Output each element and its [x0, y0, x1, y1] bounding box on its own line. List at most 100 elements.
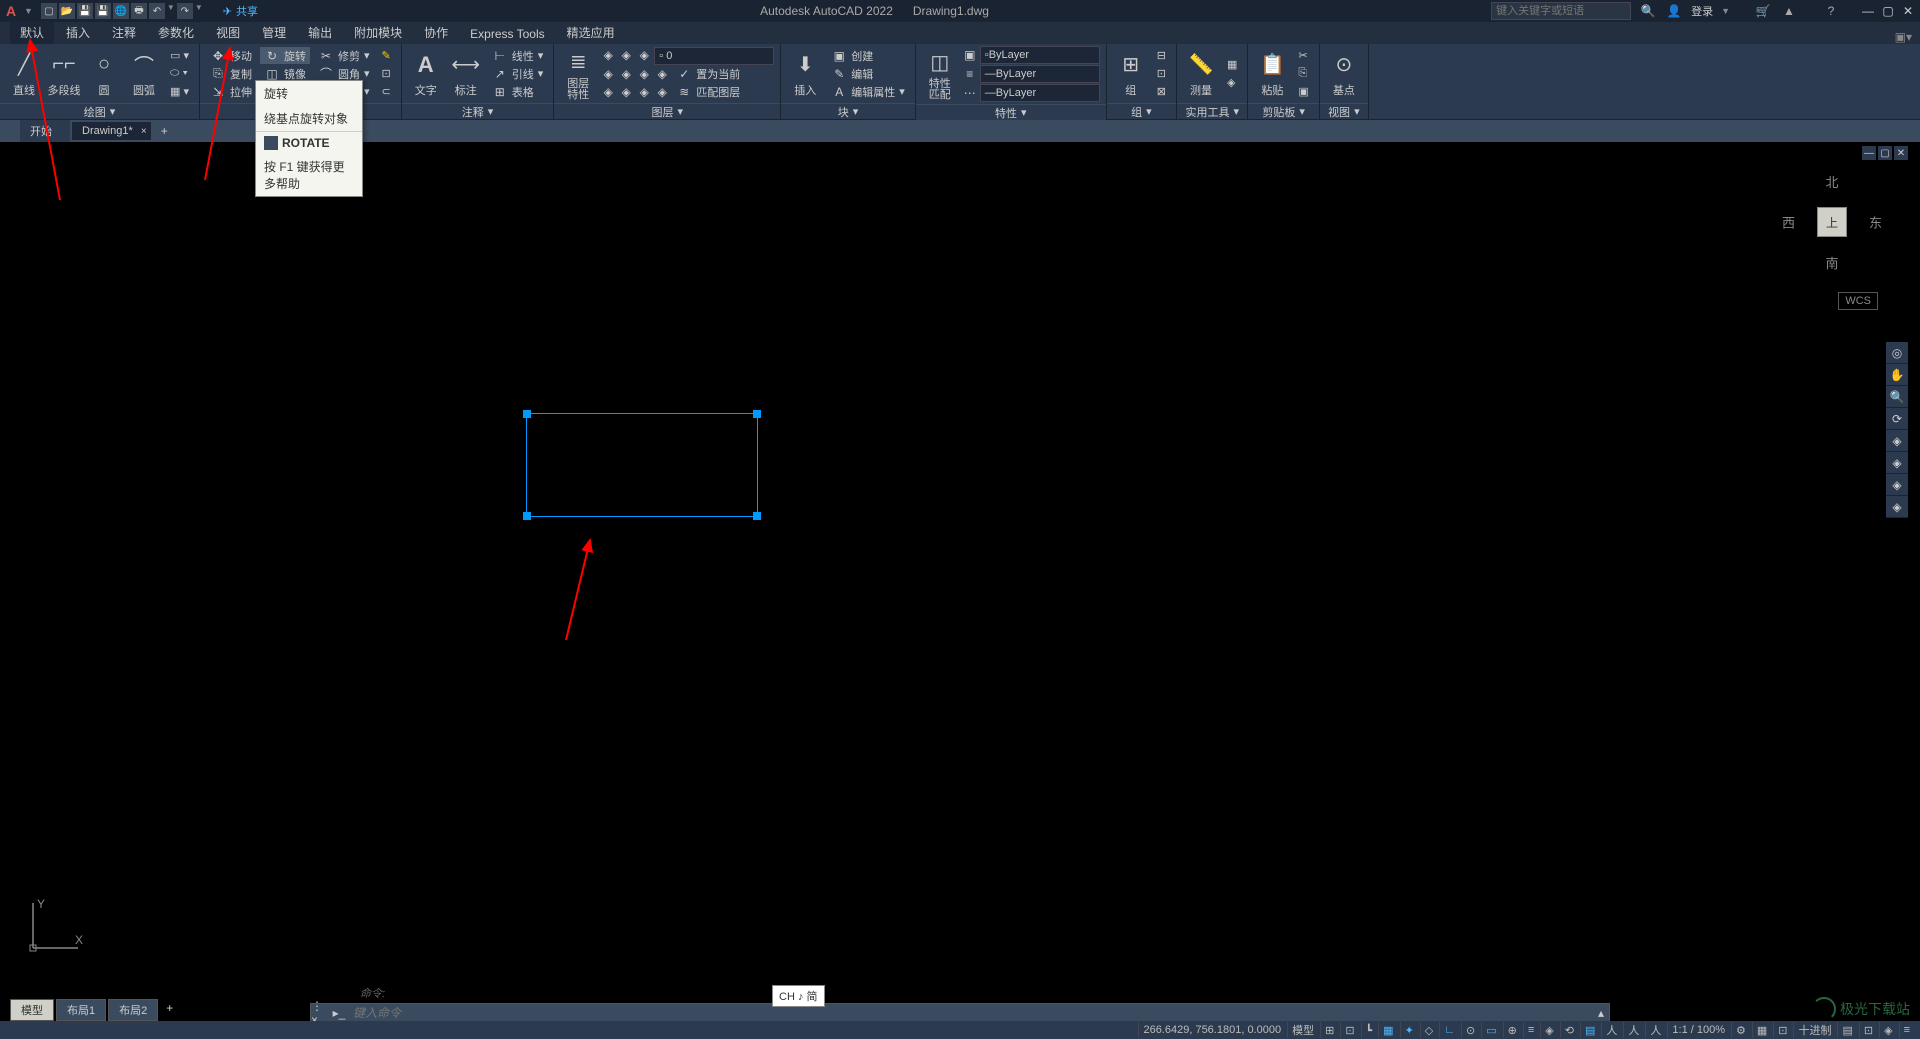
sb20-icon[interactable]: ⊡ — [1773, 1022, 1791, 1038]
cut-icon[interactable]: ✂ — [1294, 47, 1312, 64]
polar-icon[interactable]: ✦ — [1400, 1022, 1418, 1038]
sb8-icon[interactable]: ⊙ — [1461, 1022, 1479, 1038]
tab-close-icon[interactable]: × — [141, 126, 147, 137]
panel-clip-label[interactable]: 剪贴板 ▾ — [1248, 103, 1318, 119]
sb17-icon[interactable]: 人 — [1645, 1022, 1665, 1038]
panel-view-label[interactable]: 视图 ▾ — [1320, 103, 1368, 119]
save-icon[interactable]: 💾 — [77, 3, 93, 19]
undo-icon[interactable]: ↶ — [149, 3, 165, 19]
orbit-icon[interactable]: ⟳ — [1886, 408, 1908, 430]
grid-icon[interactable]: ⊞ — [1320, 1022, 1338, 1038]
lineweight-icon[interactable]: ≡ — [962, 66, 978, 82]
add-layout-icon[interactable]: + — [160, 999, 179, 1021]
vp-max-icon[interactable]: ▢ — [1878, 146, 1892, 160]
arc-button[interactable]: ⌒ 圆弧 — [126, 47, 162, 101]
selected-rectangle[interactable] — [526, 413, 758, 517]
linetype-icon[interactable]: ⋯ — [962, 85, 978, 101]
dimension-button[interactable]: ⟷ 标注 — [448, 47, 484, 101]
command-input[interactable] — [349, 1006, 1593, 1020]
tab-start[interactable]: 开始 — [20, 120, 70, 142]
web-icon[interactable]: 🌐 — [113, 3, 129, 19]
vp-min-icon[interactable]: — — [1862, 146, 1876, 160]
util1-icon[interactable]: ▦ — [1223, 56, 1241, 73]
sb24-icon[interactable]: ◈ — [1879, 1022, 1896, 1038]
nav5-icon[interactable]: ◈ — [1886, 430, 1908, 452]
sb10-icon[interactable]: ⊕ — [1503, 1022, 1521, 1038]
tab-view[interactable]: 视图 — [206, 21, 250, 44]
grip-br[interactable] — [753, 512, 761, 520]
tab-layout1[interactable]: 布局1 — [56, 999, 106, 1021]
tab-model[interactable]: 模型 — [10, 999, 54, 1021]
paste-button[interactable]: 📋 粘贴 — [1254, 47, 1290, 101]
tab-collab[interactable]: 协作 — [414, 21, 458, 44]
nav6-icon[interactable]: ◈ — [1886, 452, 1908, 474]
rotate-button[interactable]: ↻旋转 — [260, 47, 310, 64]
group3-icon[interactable]: ⊠ — [1153, 83, 1170, 100]
explode-icon[interactable]: ⊡ — [378, 65, 395, 82]
command-line[interactable]: ⋮ × ▸_ ▴ — [310, 1003, 1610, 1023]
scale-label[interactable]: 1:1 / 100% — [1667, 1022, 1729, 1038]
sb12-icon[interactable]: ◈ — [1540, 1022, 1557, 1038]
sb15-icon[interactable]: 人 — [1601, 1022, 1621, 1038]
panel-block-label[interactable]: 块 ▾ — [781, 103, 915, 119]
decimal-label[interactable]: 十进制 — [1793, 1022, 1835, 1038]
hatch-icon[interactable]: ▦ ▾ — [166, 83, 193, 100]
clip3-icon[interactable]: ▣ — [1294, 83, 1312, 100]
wcs-label[interactable]: WCS — [1838, 292, 1878, 310]
linear-button[interactable]: ⊢线性 ▾ — [488, 47, 548, 64]
layer-icon1[interactable]: ◈ — [600, 47, 616, 63]
user-icon[interactable]: 👤 — [1665, 2, 1683, 20]
group2-icon[interactable]: ⊡ — [1153, 65, 1170, 82]
copy-icon[interactable]: ⎘ — [1294, 65, 1312, 82]
app-dropdown-icon[interactable]: ▼ — [24, 6, 33, 16]
layer-icon5[interactable]: ◈ — [618, 66, 634, 82]
sb23-icon[interactable]: ⊡ — [1859, 1022, 1877, 1038]
cmd-arrow-icon[interactable]: ▸_ — [329, 1006, 349, 1020]
edit-button[interactable]: ✎编辑 — [827, 65, 909, 82]
exchange-icon[interactable]: 🛒 — [1754, 2, 1772, 20]
login-button[interactable]: 登录 — [1691, 3, 1713, 19]
search-input[interactable] — [1491, 2, 1631, 20]
match-props-button[interactable]: ◫ 特性 匹配 — [922, 47, 958, 101]
share-button[interactable]: ✈ 共享 — [223, 3, 258, 19]
snap-icon[interactable]: ⊡ — [1340, 1022, 1358, 1038]
cmd-handle-icon[interactable]: ⋮ × — [311, 1004, 329, 1022]
layer-icon11[interactable]: ◈ — [654, 84, 670, 100]
new-icon[interactable]: ▢ — [41, 3, 57, 19]
tab-addins[interactable]: 附加模块 — [344, 21, 412, 44]
osnap-icon[interactable]: ∟ — [1439, 1022, 1459, 1038]
base-button[interactable]: ⊙ 基点 — [1326, 47, 1362, 101]
pan-icon[interactable]: ✋ — [1886, 364, 1908, 386]
erase-icon[interactable]: ✎ — [378, 47, 395, 64]
sb22-icon[interactable]: ▤ — [1837, 1022, 1856, 1038]
grip-tl[interactable] — [523, 410, 531, 418]
line-button[interactable]: ╱ 直线 — [6, 47, 42, 101]
steering-icon[interactable]: ◎ — [1886, 342, 1908, 364]
group-button[interactable]: ⊞ 组 — [1113, 47, 1149, 101]
nav7-icon[interactable]: ◈ — [1886, 474, 1908, 496]
panel-utils-label[interactable]: 实用工具 ▾ — [1177, 103, 1247, 119]
circle-button[interactable]: ○ 圆 — [86, 47, 122, 101]
ungroup-icon[interactable]: ⊟ — [1153, 47, 1170, 64]
sb4-icon[interactable]: ▦ — [1378, 1022, 1397, 1038]
move-button[interactable]: ✥移动 — [206, 47, 256, 64]
grip-tr[interactable] — [753, 410, 761, 418]
sb3-icon[interactable]: ┗ — [1361, 1022, 1377, 1038]
polyline-button[interactable]: ⌐⌐ 多段线 — [46, 47, 82, 101]
sb14-icon[interactable]: ▤ — [1580, 1022, 1599, 1038]
vp-close-icon[interactable]: ✕ — [1894, 146, 1908, 160]
matchlayer-button[interactable]: ≋匹配图层 — [672, 84, 744, 101]
stretch-button[interactable]: ⇲拉伸 — [206, 83, 256, 100]
sb19-icon[interactable]: ▦ — [1752, 1022, 1771, 1038]
tab-manage[interactable]: 管理 — [252, 21, 296, 44]
open-icon[interactable]: 📂 — [59, 3, 75, 19]
table-button[interactable]: ⊞表格 — [488, 83, 548, 100]
linetype-dropdown[interactable]: — ByLayer — [980, 84, 1100, 102]
viewcube[interactable]: 北 南 西 东 上 — [1782, 172, 1882, 272]
layer-props-button[interactable]: ≣ 图层 特性 — [560, 47, 596, 101]
util2-icon[interactable]: ◈ — [1223, 74, 1241, 91]
ribbon-collapse-icon[interactable]: ▣▾ — [1895, 30, 1912, 44]
sb13-icon[interactable]: ⟲ — [1560, 1022, 1578, 1038]
drawing-area[interactable]: — ▢ ✕ 北 南 西 东 上 WCS ◎ ✋ 🔍 ⟳ ◈ ◈ ◈ ◈ — [8, 142, 1912, 1001]
zoom-icon[interactable]: 🔍 — [1886, 386, 1908, 408]
